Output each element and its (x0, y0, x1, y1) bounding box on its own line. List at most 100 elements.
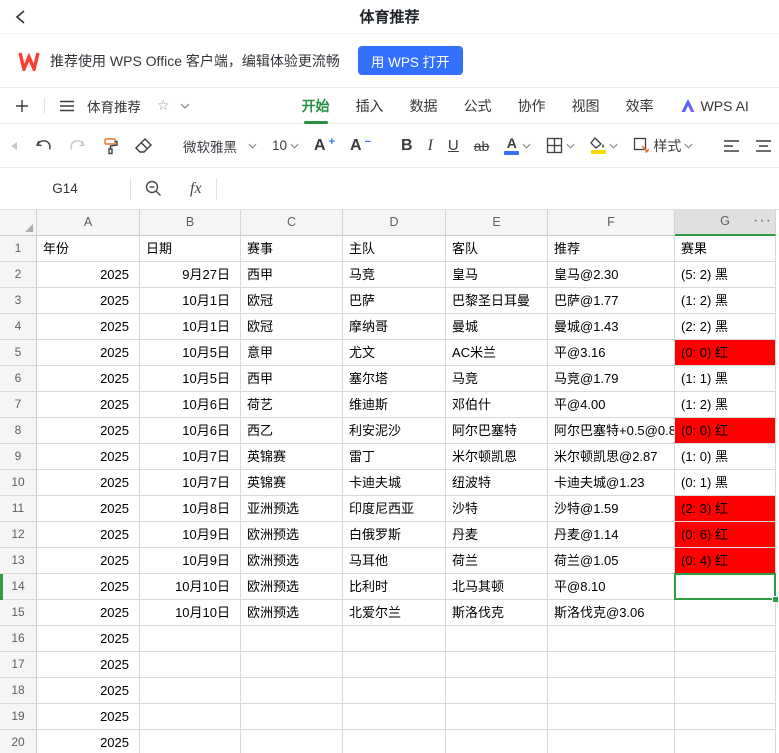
cell-A4[interactable]: 2025 (37, 314, 140, 340)
cell-B17[interactable] (140, 652, 241, 678)
row-header-7[interactable]: 7 (0, 392, 37, 418)
cell-reference-box[interactable]: G14 (0, 181, 130, 196)
cell-F5[interactable]: 平@3.16 (548, 340, 675, 366)
cell-C2[interactable]: 西甲 (241, 262, 343, 288)
back-icon[interactable] (10, 6, 32, 28)
cell-B5[interactable]: 10月5日 (140, 340, 241, 366)
cell-E1[interactable]: 客队 (446, 236, 548, 262)
cell-A1[interactable]: 年份 (37, 236, 140, 262)
bold-button[interactable]: B (401, 137, 413, 155)
cell-D13[interactable]: 马耳他 (343, 548, 446, 574)
row-header-16[interactable]: 16 (0, 626, 37, 652)
cell-B10[interactable]: 10月7日 (140, 470, 241, 496)
cell-B12[interactable]: 10月9日 (140, 522, 241, 548)
cell-G12[interactable]: (0: 6) 红 (675, 522, 776, 548)
row-header-6[interactable]: 6 (0, 366, 37, 392)
cell-D10[interactable]: 卡迪夫城 (343, 470, 446, 496)
cell-F13[interactable]: 荷兰@1.05 (548, 548, 675, 574)
cell-F16[interactable] (548, 626, 675, 652)
cell-E7[interactable]: 邓伯什 (446, 392, 548, 418)
row-header-11[interactable]: 11 (0, 496, 37, 522)
cell-G19[interactable] (675, 704, 776, 730)
column-header-A[interactable]: A (37, 210, 140, 236)
row-header-17[interactable]: 17 (0, 652, 37, 678)
cell-B20[interactable] (140, 730, 241, 753)
cell-G11[interactable]: (2: 3) 红 (675, 496, 776, 522)
cell-D16[interactable] (343, 626, 446, 652)
cell-D19[interactable] (343, 704, 446, 730)
cell-G4[interactable]: (2: 2) 黑 (675, 314, 776, 340)
cell-E20[interactable] (446, 730, 548, 753)
cell-G1[interactable]: 赛果 (675, 236, 776, 262)
cell-G10[interactable]: (0: 1) 黑 (675, 470, 776, 496)
cell-C12[interactable]: 欧洲预选 (241, 522, 343, 548)
cell-D11[interactable]: 印度尼西亚 (343, 496, 446, 522)
cell-E2[interactable]: 皇马 (446, 262, 548, 288)
cell-E14[interactable]: 北马其顿 (446, 574, 548, 600)
cell-E17[interactable] (446, 652, 548, 678)
new-sheet-icon[interactable] (14, 98, 30, 114)
cell-C11[interactable]: 亚洲预选 (241, 496, 343, 522)
cell-B11[interactable]: 10月8日 (140, 496, 241, 522)
cell-C15[interactable]: 欧洲预选 (241, 600, 343, 626)
cell-A2[interactable]: 2025 (37, 262, 140, 288)
cell-F2[interactable]: 皇马@2.30 (548, 262, 675, 288)
cell-B9[interactable]: 10月7日 (140, 444, 241, 470)
cell-F1[interactable]: 推荐 (548, 236, 675, 262)
cell-A3[interactable]: 2025 (37, 288, 140, 314)
cell-B8[interactable]: 10月6日 (140, 418, 241, 444)
cell-A15[interactable]: 2025 (37, 600, 140, 626)
tab-5[interactable]: 协作 (518, 88, 546, 124)
cell-F9[interactable]: 米尔顿凯思@2.87 (548, 444, 675, 470)
increase-font-size-button[interactable]: A+ (314, 137, 335, 155)
cell-F11[interactable]: 沙特@1.59 (548, 496, 675, 522)
cell-D6[interactable]: 塞尔塔 (343, 366, 446, 392)
cell-C19[interactable] (241, 704, 343, 730)
cell-A11[interactable]: 2025 (37, 496, 140, 522)
cell-E5[interactable]: AC米兰 (446, 340, 548, 366)
cell-G18[interactable] (675, 678, 776, 704)
favorite-star-icon[interactable]: ☆ (157, 97, 170, 114)
fill-color-button[interactable] (590, 137, 618, 154)
cell-G2[interactable]: (5: 2) 黑 (675, 262, 776, 288)
cell-D4[interactable]: 摩纳哥 (343, 314, 446, 340)
align-left-button[interactable] (723, 139, 740, 153)
cell-D14[interactable]: 比利时 (343, 574, 446, 600)
row-header-2[interactable]: 2 (0, 262, 37, 288)
tab-7[interactable]: 效率 (626, 88, 654, 124)
file-chevron-down-icon[interactable] (180, 103, 190, 109)
cell-A14[interactable]: 2025 (37, 574, 140, 600)
font-color-button[interactable]: A (504, 136, 531, 155)
cell-G20[interactable] (675, 730, 776, 753)
cell-G14[interactable] (675, 574, 776, 600)
cell-D15[interactable]: 北爱尔兰 (343, 600, 446, 626)
font-name-select[interactable]: 微软雅黑 (183, 136, 257, 156)
row-header-4[interactable]: 4 (0, 314, 37, 340)
cell-G3[interactable]: (1: 2) 黑 (675, 288, 776, 314)
cell-E6[interactable]: 马竞 (446, 366, 548, 392)
row-header-9[interactable]: 9 (0, 444, 37, 470)
cell-G16[interactable] (675, 626, 776, 652)
tab-2[interactable]: 插入 (356, 88, 384, 124)
cell-A19[interactable]: 2025 (37, 704, 140, 730)
cell-G9[interactable]: (1: 0) 黑 (675, 444, 776, 470)
cell-B2[interactable]: 9月27日 (140, 262, 241, 288)
row-header-20[interactable]: 20 (0, 730, 37, 753)
row-header-14[interactable]: 14 (0, 574, 37, 600)
cell-F10[interactable]: 卡迪夫城@1.23 (548, 470, 675, 496)
cell-C10[interactable]: 英锦赛 (241, 470, 343, 496)
cell-D20[interactable] (343, 730, 446, 753)
cell-A16[interactable]: 2025 (37, 626, 140, 652)
cell-A6[interactable]: 2025 (37, 366, 140, 392)
cell-E10[interactable]: 纽波特 (446, 470, 548, 496)
cell-D1[interactable]: 主队 (343, 236, 446, 262)
cell-A9[interactable]: 2025 (37, 444, 140, 470)
decrease-font-size-button[interactable]: A− (350, 137, 371, 155)
hamburger-menu-icon[interactable] (59, 99, 75, 113)
column-header-E[interactable]: E (446, 210, 548, 236)
row-header-3[interactable]: 3 (0, 288, 37, 314)
row-header-19[interactable]: 19 (0, 704, 37, 730)
cell-C1[interactable]: 赛事 (241, 236, 343, 262)
cell-F20[interactable] (548, 730, 675, 753)
italic-button[interactable]: I (428, 137, 433, 155)
